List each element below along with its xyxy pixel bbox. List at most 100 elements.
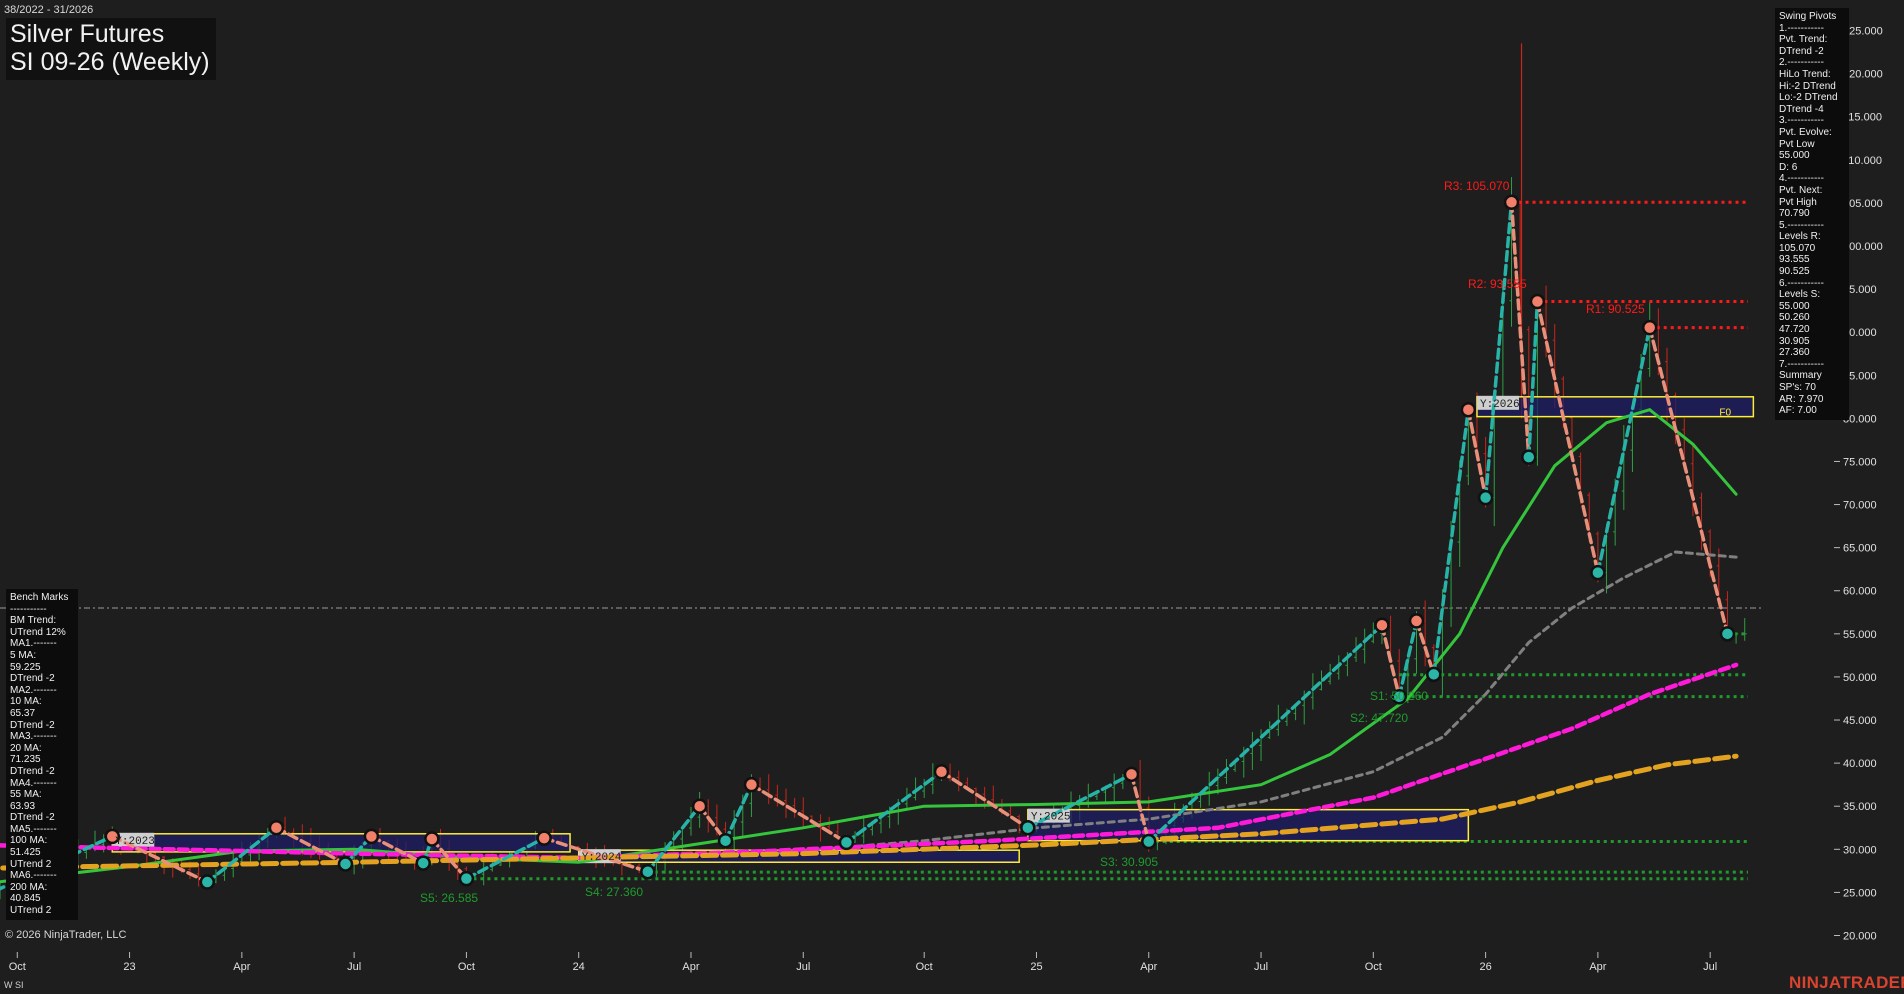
swing-low-marker[interactable] [1477, 489, 1494, 506]
resistance-label: R2: 93.555 [1468, 277, 1527, 291]
swing-pivots-row: Swing Pivots [1779, 11, 1837, 22]
swing-low-marker[interactable] [838, 834, 855, 851]
bench-marks-row: MA4.------- [10, 777, 57, 789]
swing-pivots-row: Hi:-2 DTrend [1779, 80, 1836, 92]
y-axis-label: 60.000 [1843, 586, 1877, 598]
swing-pivots-row: Pvt High [1779, 196, 1817, 208]
y-axis-label: 35.000 [1843, 801, 1877, 813]
bench-marks-row: 71.235 [10, 754, 41, 766]
swing-pivots-row: Levels S: [1779, 289, 1821, 301]
bench-marks-row: 100 MA: [10, 835, 48, 847]
x-axis-label: 25 [1030, 961, 1042, 973]
bench-marks-row: 65.37 [10, 707, 36, 719]
x-axis-label: Oct [9, 961, 26, 973]
swing-pivots-row: AF: 7.00 [1779, 405, 1817, 417]
swing-pivots-row: Pvt Low [1779, 138, 1815, 150]
y-axis-label: 40.000 [1843, 758, 1877, 770]
x-axis-label: Apr [233, 961, 250, 973]
swing-pivots-row: Pvt. Trend: [1779, 34, 1828, 46]
y-axis-label: 50.000 [1843, 672, 1877, 684]
swing-low-marker[interactable] [1426, 666, 1442, 683]
swing-low-marker[interactable] [640, 863, 656, 880]
swing-pivots-row: 7.----------- [1779, 358, 1824, 370]
price-chart[interactable]: 125.000120.000115.000110.000105.000100.0… [0, 0, 1904, 994]
bench-marks-row: UTrend 2 [10, 858, 52, 870]
bench-marks-row: MA5.------- [10, 823, 57, 835]
bench-marks-row: 59.225 [10, 661, 41, 673]
swing-high-marker[interactable] [1641, 319, 1658, 336]
y-axis-label: 25.000 [1843, 887, 1877, 899]
y-axis-label: 45.000 [1843, 715, 1877, 727]
y-axis-label: 75.000 [1843, 456, 1877, 468]
bench-marks-row: BM Trend: [10, 615, 57, 627]
x-axis-label: Apr [1140, 961, 1157, 973]
chart-title-box: Silver Futures SI 09-26 (Weekly) [6, 18, 216, 80]
bench-marks-row: MA1.------- [10, 638, 57, 650]
bench-marks-row: DTrend -2 [10, 812, 55, 824]
bench-marks-row: 51.425 [10, 847, 41, 859]
swing-low-marker[interactable] [458, 870, 475, 887]
swing-pivots-row: Pvt. Next: [1779, 184, 1823, 196]
y-axis-label: 20.000 [1843, 931, 1877, 943]
year-box-label: Y:2026 [1480, 399, 1520, 411]
y-axis-label: 70.000 [1843, 500, 1877, 512]
swing-high-marker[interactable] [536, 830, 552, 846]
swing-pivots-row: 55.000 [1779, 300, 1810, 312]
swing-high-marker[interactable] [1460, 401, 1477, 418]
ninjatrader-logo: NINJATRADER [1789, 973, 1904, 992]
year-box-label: Y:2023 [115, 836, 155, 848]
swing-high-marker[interactable] [363, 828, 380, 845]
swing-low-marker[interactable] [717, 832, 734, 849]
x-axis-label: 23 [123, 961, 135, 973]
bench-marks-row: ----------- [10, 603, 47, 615]
swing-low-marker[interactable] [337, 856, 354, 872]
swing-high-marker[interactable] [933, 763, 950, 780]
swing-pivots-row: 27.360 [1779, 347, 1810, 359]
swing-high-marker[interactable] [268, 820, 285, 836]
swing-pivots-row: 47.720 [1779, 324, 1810, 336]
swing-pivots-row: 3.----------- [1779, 115, 1824, 127]
swing-pivots-row: Lo:-2 DTrend [1779, 92, 1838, 104]
x-axis-label: 26 [1479, 961, 1491, 973]
swing-low-marker[interactable] [1719, 626, 1736, 642]
resistance-label: R1: 90.525 [1586, 302, 1645, 316]
swing-pivots-row: Pvt. Evolve: [1779, 126, 1832, 138]
support-label: S1: 50.260 [1370, 689, 1428, 703]
swing-high-marker[interactable] [691, 798, 708, 814]
swing-high-marker[interactable] [1503, 194, 1520, 211]
swing-pivots-row: 55.000 [1779, 150, 1810, 162]
x-axis-label: Apr [682, 961, 699, 973]
x-axis-label: Jul [796, 961, 810, 973]
swing-low-marker[interactable] [415, 855, 431, 871]
swing-pivots-row: 6.----------- [1779, 277, 1824, 289]
swing-pivots-row: 90.525 [1779, 266, 1810, 278]
swing-pivots-row: Levels R: [1779, 231, 1821, 243]
swing-pivots-row: 1.----------- [1779, 22, 1824, 34]
swing-high-marker[interactable] [424, 831, 440, 847]
y-axis-label: 65.000 [1843, 543, 1877, 555]
swing-pivots-row: DTrend -4 [1779, 103, 1824, 115]
x-axis-label: Oct [916, 961, 933, 973]
swing-low-marker[interactable] [199, 874, 216, 890]
swing-pivots-row: 93.555 [1779, 254, 1810, 266]
swing-low-marker[interactable] [1521, 449, 1537, 465]
swing-low-marker[interactable] [1590, 564, 1606, 581]
resistance-label: R3: 105.070 [1444, 179, 1510, 193]
swing-high-marker[interactable] [1123, 766, 1140, 783]
swing-low-marker[interactable] [1141, 833, 1157, 850]
bench-marks-row: MA3.------- [10, 731, 57, 743]
support-label: S2: 47.720 [1350, 711, 1408, 725]
swing-pivots-row: AR: 7.970 [1779, 393, 1824, 405]
bench-marks-row: DTrend -2 [10, 719, 55, 731]
swing-high-marker[interactable] [1408, 613, 1425, 629]
swing-high-marker[interactable] [1529, 293, 1546, 310]
swing-high-marker[interactable] [743, 776, 760, 793]
swing-high-marker[interactable] [1374, 617, 1390, 633]
x-axis-label: 24 [573, 961, 585, 973]
bench-marks-row: DTrend -2 [10, 765, 55, 777]
x-axis-label: Jul [1254, 961, 1268, 973]
support-label: S3: 30.905 [1100, 855, 1158, 869]
x-axis-label: Oct [1365, 961, 1382, 973]
year-box-label: Y:2024 [582, 852, 622, 864]
bench-marks-row: 200 MA: [10, 881, 48, 893]
